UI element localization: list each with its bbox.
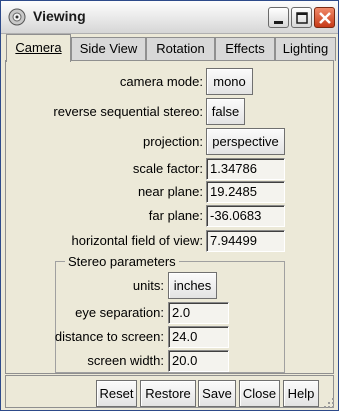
- eye-separation-label: eye separation:: [75, 305, 164, 320]
- close-window-button[interactable]: [314, 7, 335, 28]
- scale-factor-label: scale factor:: [132, 161, 203, 176]
- projection-label: projection:: [143, 134, 203, 149]
- far-plane-field[interactable]: -36.0683: [206, 205, 285, 227]
- window-title: Viewing: [33, 8, 86, 24]
- tab-lighting-label: Lighting: [282, 41, 329, 56]
- far-plane-label: far plane:: [148, 208, 203, 223]
- projection-button[interactable]: perspective: [206, 128, 285, 155]
- help-button[interactable]: Help: [283, 380, 319, 407]
- tab-side-view[interactable]: Side View: [71, 37, 146, 61]
- screen-width-field[interactable]: 20.0: [168, 350, 229, 372]
- camera-mode-button[interactable]: mono: [206, 68, 253, 95]
- save-button[interactable]: Save: [198, 380, 236, 407]
- units-button[interactable]: inches: [168, 272, 217, 299]
- maximize-button[interactable]: [291, 7, 312, 28]
- close-button[interactable]: Close: [239, 380, 280, 407]
- tab-effects-label: Effects: [225, 41, 265, 56]
- near-plane-field[interactable]: 19.2485: [206, 181, 285, 203]
- resize-grip-icon[interactable]: [323, 397, 335, 409]
- minimize-icon: [274, 21, 283, 24]
- viewing-window: Viewing Camera Side View Rotation Effect…: [0, 0, 339, 411]
- tab-lighting[interactable]: Lighting: [275, 37, 336, 61]
- scale-factor-field[interactable]: 1.34786: [206, 158, 285, 180]
- reverse-stereo-button[interactable]: false: [206, 98, 245, 125]
- fov-label: horizontal field of view:: [71, 233, 203, 248]
- reverse-stereo-label: reverse sequential stereo:: [53, 104, 203, 119]
- fov-field[interactable]: 7.94499: [206, 230, 285, 252]
- units-label: units:: [132, 278, 164, 293]
- tab-effects[interactable]: Effects: [215, 37, 275, 61]
- app-icon: [8, 8, 26, 26]
- near-plane-label: near plane:: [137, 184, 203, 199]
- tab-camera-label: Camera: [15, 40, 62, 55]
- distance-to-screen-field[interactable]: 24.0: [168, 326, 229, 348]
- reset-button[interactable]: Reset: [96, 380, 137, 407]
- distance-to-screen-label: distance to screen:: [54, 329, 164, 344]
- tab-rotation[interactable]: Rotation: [146, 37, 215, 61]
- camera-mode-label: camera mode:: [119, 74, 203, 89]
- tab-rotation-label: Rotation: [156, 41, 205, 56]
- maximize-icon: [296, 12, 308, 24]
- stereo-parameters-title: Stereo parameters: [65, 254, 179, 269]
- eye-separation-field[interactable]: 2.0: [168, 302, 229, 324]
- close-icon: [319, 12, 331, 24]
- tab-camera[interactable]: Camera: [6, 34, 71, 62]
- tab-bar: Camera Side View Rotation Effects Lighti…: [5, 34, 336, 62]
- restore-button[interactable]: Restore: [140, 380, 196, 407]
- minimize-button[interactable]: [268, 7, 289, 28]
- screen-width-label: screen width:: [87, 353, 164, 368]
- title-bar[interactable]: Viewing: [1, 1, 338, 34]
- tab-side-view-label: Side View: [79, 41, 138, 56]
